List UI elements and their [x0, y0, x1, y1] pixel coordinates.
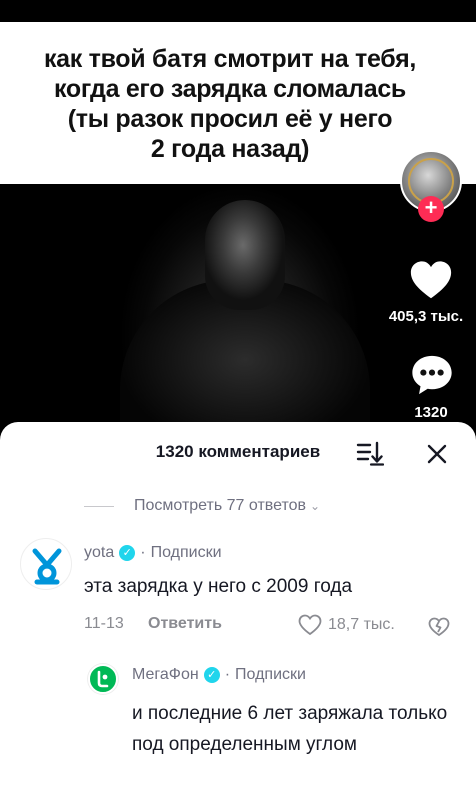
comment-author[interactable]: yota ✓ · Подписки [84, 544, 222, 562]
dislike-icon[interactable] [426, 614, 452, 640]
avatar[interactable] [88, 664, 118, 694]
reply-text: и последние 6 лет заряжала только под оп… [132, 703, 448, 755]
caption-line: когда его зарядка сломалась [53, 75, 407, 103]
verified-icon: ✓ [119, 545, 136, 561]
comments-sheet: 1320 комментариев Посмотреть 77 ответов … [0, 422, 476, 800]
username[interactable]: yota [84, 544, 114, 562]
status-bar [0, 0, 476, 22]
separator: · [224, 666, 231, 683]
sort-icon[interactable] [356, 440, 384, 466]
comment-date: 11-13 [84, 615, 124, 632]
caption-line: как твой батя смотрит на тебя, [43, 45, 417, 73]
avatar[interactable] [20, 538, 72, 590]
divider [84, 505, 114, 507]
video-figure-head [205, 200, 285, 310]
view-replies-link[interactable]: Посмотреть 77 ответов ⌄ [84, 496, 320, 516]
comment-author[interactable]: МегаФон ✓ · Подписки [132, 666, 306, 684]
video-player[interactable]: как твой батя смотрит на тебя, когда его… [0, 0, 476, 440]
caption-line: (ты разок просил её у него [67, 105, 393, 133]
comment-icon[interactable] [409, 352, 455, 398]
username[interactable]: МегаФон [132, 666, 199, 684]
heart-icon[interactable] [408, 258, 454, 304]
reply-button[interactable]: Ответить [148, 615, 222, 633]
follow-button[interactable]: + [418, 196, 444, 222]
close-icon[interactable] [423, 440, 451, 468]
like-count: 405,3 тыс. [388, 308, 464, 325]
separator: · [140, 544, 146, 561]
following-label: Подписки [235, 666, 306, 683]
comment-like-count: 18,7 тыс. [328, 616, 395, 633]
heart-outline-icon[interactable] [298, 614, 322, 636]
verified-icon: ✓ [203, 667, 220, 683]
view-replies-label: Посмотреть 77 ответов [134, 497, 306, 514]
video-caption: как твой батя смотрит на тебя, когда его… [10, 44, 450, 164]
comment-meta: 11-13 Ответить [84, 615, 464, 633]
yota-logo-icon [32, 548, 62, 585]
caption-line: 2 года назад) [150, 135, 310, 163]
comment-text: эта зарядка у него с 2009 года [84, 576, 353, 597]
chevron-down-icon: ⌄ [310, 499, 321, 513]
following-label: Подписки [150, 544, 222, 561]
megafon-logo-icon [97, 670, 109, 688]
comments-title: 1320 комментариев [155, 442, 321, 461]
comment-count: 1320 [414, 404, 448, 421]
